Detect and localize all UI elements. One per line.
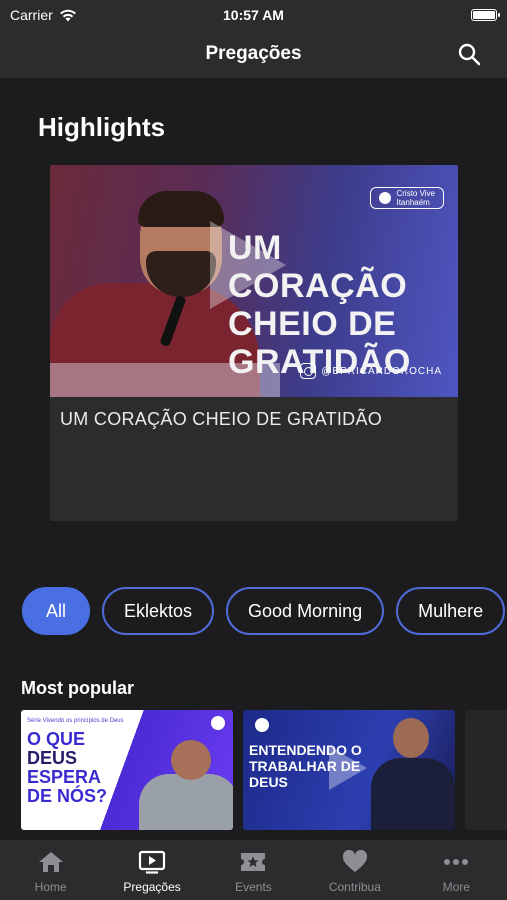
thumbnail-title: UM CORAÇÃO CHEIO DE GRATIDÃO [228, 229, 450, 381]
most-popular-list: Série Vivendo os princípios de Deus O QU… [21, 710, 507, 830]
tab-home[interactable]: Home [0, 850, 101, 894]
church-logo-icon [255, 718, 269, 732]
card-line: ESPERA [27, 767, 102, 787]
card-title: O QUE DEUS ESPERA DE NÓS? [27, 730, 107, 806]
church-logo: Cristo Vive Itanhaém [370, 187, 444, 209]
preacher-figure [139, 774, 233, 830]
filter-chips: All Eklektos Good Morning Mulhere [22, 587, 506, 635]
wifi-icon [59, 9, 76, 21]
tab-label: Home [34, 880, 67, 894]
tab-pregacoes[interactable]: Pregações [102, 850, 203, 894]
popular-card[interactable]: Série Vivendo os princípios de Deus O QU… [21, 710, 233, 830]
handle-text: @BPRICARDOROCHA [321, 365, 442, 377]
ticket-star-icon [241, 853, 266, 871]
card-line: O QUE [27, 729, 86, 749]
search-icon[interactable] [457, 42, 481, 66]
highlights-title: Highlights [38, 112, 166, 142]
popular-card[interactable] [465, 710, 507, 830]
highlight-thumbnail: UM CORAÇÃO CHEIO DE GRATIDÃO Cristo Vive… [50, 165, 458, 397]
logo-line: Cristo Vive [396, 189, 435, 198]
tv-play-icon [138, 850, 166, 874]
tab-bar: Home Pregações Events Contribua More [0, 840, 507, 900]
tab-label: Contribua [328, 880, 381, 894]
card-title: ENTENDENDO O TRABALHAR DE DEUS [249, 742, 362, 790]
chip-all[interactable]: All [22, 587, 90, 635]
card-line: TRABALHAR DE [249, 758, 361, 774]
instagram-handle: @BPRICARDOROCHA [300, 363, 442, 379]
app-screen: Carrier 10:57 AM Pregações Highlights UM… [0, 0, 507, 900]
preacher-head [393, 718, 429, 758]
preacher-head [171, 740, 211, 780]
thumbnail-line: CHEIO DE [228, 305, 397, 343]
status-bar: Carrier 10:57 AM [0, 0, 507, 30]
heart-icon [342, 850, 367, 872]
logo-line: Itanhaém [396, 198, 430, 207]
more-dots-icon [444, 859, 469, 865]
preacher-figure [371, 758, 455, 830]
navigation-bar: Pregações [0, 30, 507, 78]
battery-icon [471, 9, 500, 21]
chip-eklektos[interactable]: Eklektos [102, 587, 215, 635]
church-logo-icon [379, 192, 392, 204]
instagram-icon [300, 363, 317, 379]
tab-label: Pregações [123, 880, 181, 894]
tab-label: Events [235, 880, 272, 894]
thumbnail-line: UM CORAÇÃO [228, 229, 408, 305]
most-popular-title: Most popular [21, 678, 134, 698]
tab-contribua[interactable]: Contribua [304, 850, 405, 894]
highlight-caption: UM CORAÇÃO CHEIO DE GRATIDÃO [60, 409, 383, 429]
church-logo-text: Cristo Vive Itanhaém [396, 189, 435, 207]
popular-card[interactable]: ENTENDENDO O TRABALHAR DE DEUS [243, 710, 455, 830]
tab-label: More [442, 880, 470, 894]
chip-good-morning[interactable]: Good Morning [226, 587, 385, 635]
card-line: DEUS [249, 774, 288, 790]
tab-events[interactable]: Events [203, 850, 304, 894]
home-icon [38, 852, 63, 872]
card-line: ENTENDENDO O [249, 742, 362, 758]
highlight-card[interactable]: UM CORAÇÃO CHEIO DE GRATIDÃO Cristo Vive… [50, 165, 458, 521]
card-line: DE NÓS? [27, 786, 108, 806]
card-line: DEUS [27, 748, 78, 768]
carrier-label: Carrier [10, 7, 53, 23]
church-logo-icon [211, 716, 225, 730]
card-series-label: Série Vivendo os princípios de Deus [27, 718, 124, 724]
status-time: 10:57 AM [223, 7, 284, 23]
chip-mulheres[interactable]: Mulhere [396, 587, 506, 635]
tab-more[interactable]: More [406, 850, 507, 894]
page-title: Pregações [205, 43, 302, 64]
status-left: Carrier [10, 7, 77, 23]
